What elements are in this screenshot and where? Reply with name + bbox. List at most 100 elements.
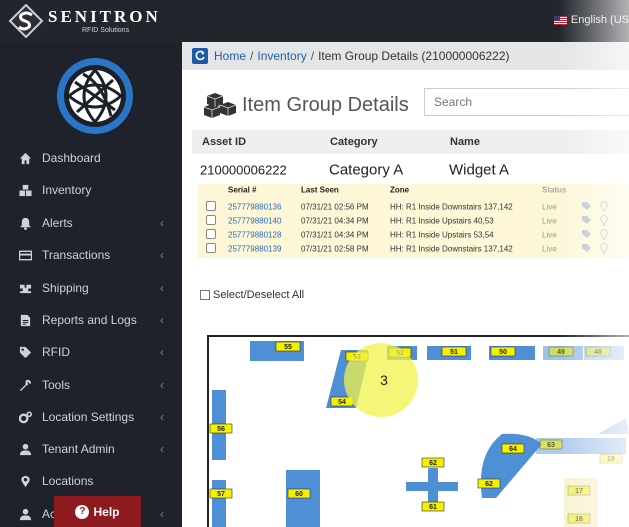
sidebar-item-label: Transactions [42,248,111,262]
map-marker-icon[interactable] [600,229,608,240]
tag-icon[interactable] [582,244,591,252]
tag-icon[interactable] [582,216,591,224]
table-row[interactable]: 257779880136 07/31/21 02:56 PM HH: R1 In… [198,200,629,213]
column-header-status[interactable]: Status [542,186,566,195]
last-seen-cell: 07/31/21 04:34 PM [301,216,369,225]
sidebar-item-dashboard[interactable]: Dashboard [0,143,182,173]
map-label-17-text: 17 [575,488,583,495]
sidebar-item-inventory[interactable]: Inventory [0,175,182,205]
breadcrumb-current: Item Group Details (210000006222) [318,49,510,63]
search-input[interactable] [424,88,629,116]
map-fixture[interactable] [598,418,629,434]
floor-map-canvas[interactable]: 55 52 51 50 49 48 53 54 3 [206,334,629,527]
tag-icon[interactable] [582,230,591,238]
map-label-51-text: 51 [450,349,458,356]
sidebar-item-rfid[interactable]: RFID ‹ [0,337,182,367]
chevron-left-icon: ‹ [160,442,164,456]
map-label-62b-text: 62 [485,481,493,488]
us-flag-icon [553,15,567,25]
language-label: English (US [570,14,629,26]
table-row[interactable]: 257779880128 07/31/21 04:34 PM HH: R1 In… [198,228,629,241]
table-row[interactable]: 257779880140 07/31/21 04:34 PM HH: R1 In… [198,214,629,227]
map-label-55-text: 55 [284,344,292,351]
map-fixture[interactable] [286,470,320,527]
sidebar-item-label: Alerts [42,216,73,230]
sidebar-item-alerts[interactable]: Alerts ‹ [0,208,182,238]
brand[interactable]: SENITRON RFID Solutions [8,4,161,38]
help-button[interactable]: ? Help [54,496,141,527]
table-row[interactable]: 210000006222 Category A Widget A [192,156,629,184]
map-label-57-text: 57 [217,491,225,498]
column-header-category[interactable]: Category [330,136,378,148]
column-header-zone[interactable]: Zone [390,186,409,195]
card-icon [18,248,32,262]
last-seen-cell: 07/31/21 02:56 PM [301,202,369,211]
zone-cell: HH: R1 Inside Downstairs 137,142 [390,202,513,211]
select-all-checkbox[interactable]: Select/Deselect All [200,289,304,301]
row-checkbox[interactable] [206,201,216,211]
zone-cell: HH: R1 Inside Downstairs 137,142 [390,244,513,253]
map-label-61-text: 61 [429,504,437,511]
map-marker-icon[interactable] [600,243,608,254]
status-cell: Live [542,244,557,253]
cluster-count: 3 [380,372,388,388]
asset-table-header: Asset ID Category Name [192,130,629,154]
serial-link[interactable]: 257779880128 [228,230,281,239]
serial-link[interactable]: 257779880139 [228,244,281,253]
sidebar: Dashboard Inventory Alerts ‹ Transaction… [0,42,182,527]
column-header-name[interactable]: Name [450,136,480,148]
globe-logo [53,54,137,138]
serial-link[interactable]: 257779880140 [228,216,281,225]
sidebar-item-location-settings[interactable]: Location Settings ‹ [0,402,182,432]
map-fixture[interactable] [480,433,542,498]
map-marker-icon[interactable] [600,201,608,212]
sidebar-item-label: Inventory [42,183,92,197]
status-cell: Live [542,202,557,211]
sidebar-item-label: Locations [42,474,94,488]
map-fixture[interactable] [212,480,226,527]
breadcrumb: Home / Inventory / Item Group Details (2… [182,42,629,70]
map-label-64-text: 64 [509,446,517,453]
sidebar-item-label: Shipping [42,281,89,295]
map-fixture[interactable] [406,482,458,491]
map-marker-icon[interactable] [600,215,608,226]
last-seen-cell: 07/31/21 04:34 PM [301,230,369,239]
map-label-54-text: 54 [338,399,346,406]
map-marker-icon [18,474,32,488]
brand-name: SENITRON [48,6,161,26]
sidebar-item-label: Reports and Logs [42,313,137,327]
sidebar-item-transactions[interactable]: Transactions ‹ [0,240,182,270]
row-checkbox[interactable] [206,229,216,239]
user-icon [18,507,32,521]
floor-map[interactable]: 55 52 51 50 49 48 53 54 3 [206,334,629,527]
row-checkbox[interactable] [206,215,216,225]
table-row[interactable]: 257779880139 07/31/21 02:58 PM HH: R1 In… [198,242,629,255]
breadcrumb-inventory-link[interactable]: Inventory [257,49,306,63]
category-cell: Category A [329,161,404,179]
last-seen-cell: 07/31/21 02:58 PM [301,244,369,253]
map-label-16-text: 16 [575,516,583,523]
chevron-left-icon: ‹ [160,216,164,230]
refresh-icon[interactable] [192,48,208,64]
zone-cell: HH: R1 Inside Upstairs 53,54 [390,230,494,239]
map-label-60-text: 60 [295,491,303,498]
column-header-last-seen[interactable]: Last Seen [301,186,339,195]
sidebar-item-reports-and-logs[interactable]: Reports and Logs ‹ [0,305,182,335]
column-header-asset-id[interactable]: Asset ID [202,136,246,148]
map-label-63-text: 63 [547,442,555,449]
sidebar-item-label: Location Settings [42,410,135,424]
checkbox[interactable] [200,290,210,300]
column-header-serial[interactable]: Serial # [228,186,256,195]
tag-icon[interactable] [582,202,591,210]
language-selector[interactable]: English (US [553,14,629,26]
map-label-49-text: 49 [557,349,565,356]
sidebar-item-tools[interactable]: Tools ‹ [0,370,182,400]
sidebar-item-locations[interactable]: Locations [0,466,182,496]
status-cell: Live [542,216,557,225]
sidebar-item-shipping[interactable]: Shipping ‹ [0,273,182,303]
sidebar-item-tenant-admin[interactable]: Tenant Admin ‹ [0,434,182,464]
row-checkbox[interactable] [206,243,216,253]
serial-link[interactable]: 257779880136 [228,202,281,211]
sidebar-item-label: Tenant Admin [42,442,115,456]
breadcrumb-home-link[interactable]: Home [214,49,246,63]
